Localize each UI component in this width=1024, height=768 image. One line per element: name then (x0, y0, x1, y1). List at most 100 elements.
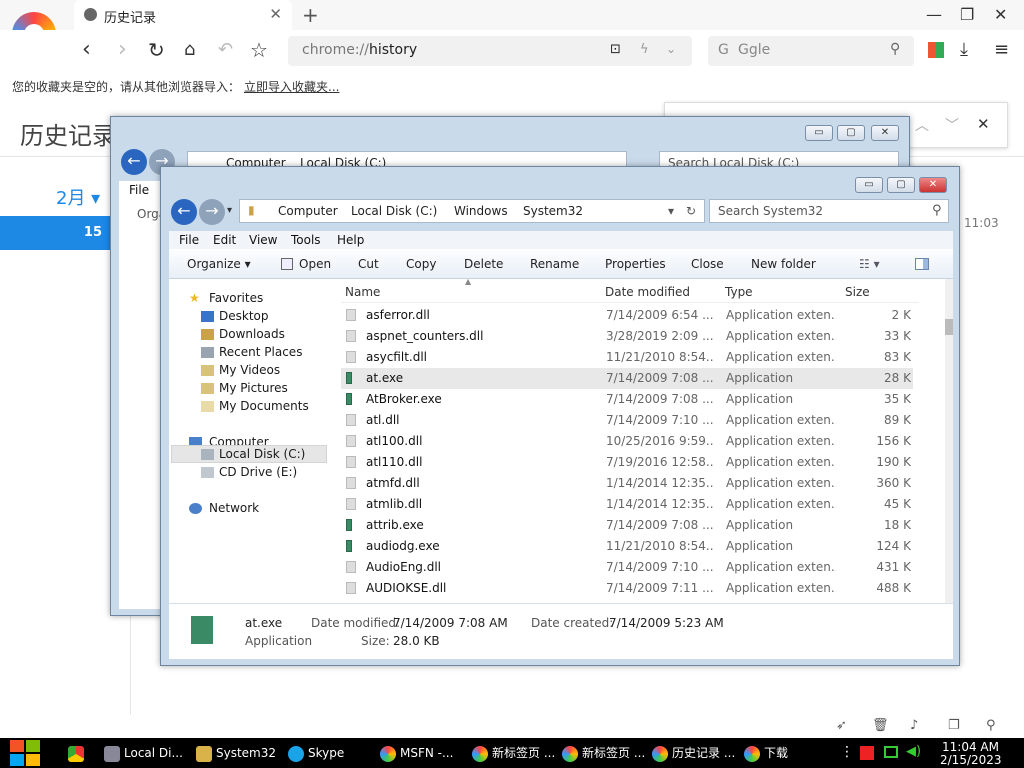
trash-icon[interactable]: 🗑 (872, 718, 889, 733)
taskbar-item-download[interactable]: 下载 (744, 738, 788, 768)
search-icon[interactable]: ⚲ (932, 203, 942, 218)
table-row[interactable]: aspnet_counters.dll 3/28/2019 2:09 ... App… (341, 326, 913, 347)
menu-icon[interactable]: ≡ (994, 38, 1009, 62)
reader-icon[interactable]: ⊡ (610, 42, 621, 57)
table-row[interactable]: AudioEng.dll 7/14/2009 7:10 ... Applicatio… (341, 557, 913, 578)
forward-icon[interactable]: › (118, 38, 127, 62)
table-row[interactable]: attrib.exe 7/14/2009 7:08 ... Application 1… (341, 515, 913, 536)
column-size[interactable]: Size (845, 285, 870, 299)
menu-view[interactable]: View (249, 233, 277, 247)
menu-file[interactable]: File (129, 183, 149, 197)
open-button[interactable]: Open (299, 257, 331, 271)
explorer-window-system32[interactable]: ▭ ▢ ✕ ← → ▾ ▮ Computer Local Disk (C:) W… (160, 166, 960, 666)
view-options-icon[interactable]: ☷ ▾ (859, 257, 880, 271)
delete-button[interactable]: Delete (464, 257, 503, 271)
table-row[interactable]: atmfd.dll 1/14/2014 12:35... Application e… (341, 473, 913, 494)
clock-time[interactable]: 11:04 AM (942, 740, 999, 754)
minimize-button[interactable]: ▭ (855, 177, 883, 193)
tree-my-pictures[interactable]: My Pictures (219, 381, 288, 395)
table-row[interactable]: atl100.dll 10/25/2016 9:59... Application … (341, 431, 913, 452)
taskbar-item-system32[interactable]: System32 (196, 738, 276, 768)
breadcrumb-item[interactable]: Windows (454, 204, 508, 218)
table-row[interactable]: AUDIOKSE.dll 7/14/2009 7:11 ... Applicatio… (341, 578, 913, 599)
breadcrumb-item[interactable]: System32 (523, 204, 583, 218)
scrollbar[interactable] (945, 279, 953, 649)
taskbar-chrome-icon[interactable] (68, 738, 88, 768)
maximize-button[interactable]: ▢ (887, 177, 915, 193)
lightning-icon[interactable]: ϟ (640, 42, 649, 57)
network-tray-icon[interactable] (884, 746, 898, 758)
table-row[interactable]: at.exe 7/14/2009 7:08 ... Application 28 K (341, 368, 913, 389)
tree-network[interactable]: Network (209, 501, 259, 515)
find-next-icon[interactable]: ﹀ (945, 115, 959, 135)
taskbar-item-newtab-1[interactable]: 新标签页 ... (472, 738, 555, 768)
tree-local-disk[interactable]: Local Disk (C:) (219, 447, 305, 461)
start-button[interactable] (10, 740, 42, 766)
table-row[interactable]: atmlib.dll 1/14/2014 12:35... Application … (341, 494, 913, 515)
tree-my-videos[interactable]: My Videos (219, 363, 280, 377)
back-icon[interactable]: ← (171, 199, 197, 225)
maximize-button[interactable]: ▢ (837, 125, 865, 141)
undo-icon[interactable]: ↶ (218, 38, 233, 62)
new-tab-button[interactable]: + (302, 3, 319, 27)
close-button[interactable]: Close (691, 257, 724, 271)
month-selector[interactable]: 2月 ▾ (56, 184, 100, 210)
minimize-button[interactable]: ▭ (805, 125, 833, 141)
tree-desktop[interactable]: Desktop (219, 309, 269, 323)
apps-grid-icon[interactable] (928, 42, 944, 58)
table-row[interactable]: AtBroker.exe 7/14/2009 7:08 ... Applicatio… (341, 389, 913, 410)
menu-file[interactable]: File (179, 233, 199, 247)
copy-button[interactable]: Copy (406, 257, 436, 271)
find-close-icon[interactable]: ✕ (977, 115, 990, 133)
close-button[interactable]: ✕ (871, 125, 899, 141)
forward-icon[interactable]: → (199, 199, 225, 225)
properties-button[interactable]: Properties (605, 257, 666, 271)
cut-button[interactable]: Cut (358, 257, 379, 271)
table-row[interactable]: asferror.dll 7/14/2009 6:54 ... Applicatio… (341, 305, 913, 326)
organize-button[interactable]: Organize ▾ (187, 257, 251, 271)
breadcrumb[interactable]: ▮ Computer Local Disk (C:) Windows Syste… (239, 199, 705, 223)
table-row[interactable]: asycfilt.dll 11/21/2010 8:54... Applicatio… (341, 347, 913, 368)
table-row[interactable]: atl.dll 7/14/2009 7:10 ... Application ext… (341, 410, 913, 431)
recent-pages-icon[interactable]: ▾ (227, 205, 232, 216)
tray-overflow-icon[interactable]: ⋮ (840, 744, 854, 760)
menu-tools[interactable]: Tools (291, 233, 321, 247)
star-icon[interactable]: ☆ (250, 38, 268, 62)
search-icon[interactable]: ⚲ (890, 41, 900, 57)
search-icon[interactable]: ⚲ (986, 718, 996, 733)
speaker-icon[interactable]: ◀) (906, 744, 921, 759)
reload-icon[interactable]: ↻ (148, 38, 165, 62)
dropdown-icon[interactable]: ▾ (668, 204, 674, 218)
flag-icon[interactable] (860, 746, 874, 760)
tree-cd-drive[interactable]: CD Drive (E:) (219, 465, 297, 479)
taskbar-item-newtab-2[interactable]: 新标签页 ... (562, 738, 645, 768)
address-bar[interactable]: chrome://history ⊡ ϟ ⌄ (288, 36, 692, 66)
close-window-icon[interactable]: ✕ (994, 5, 1007, 24)
table-row[interactable]: atl110.dll 7/19/2016 12:58... Application … (341, 452, 913, 473)
new-folder-button[interactable]: New folder (751, 257, 816, 271)
table-row[interactable]: audiodg.exe 11/21/2010 8:54... Application… (341, 536, 913, 557)
download-icon[interactable]: ⤓ (960, 38, 968, 62)
taskbar-item-history[interactable]: 历史记录 ... (652, 738, 735, 768)
home-icon[interactable]: ⌂ (184, 38, 195, 62)
scrollbar-thumb[interactable] (945, 319, 953, 335)
rename-button[interactable]: Rename (530, 257, 579, 271)
search-input[interactable]: Search System32 ⚲ (709, 199, 949, 223)
find-prev-icon[interactable]: ︿ (915, 115, 929, 135)
preview-pane-icon[interactable] (915, 258, 929, 270)
column-type[interactable]: Type (725, 285, 753, 299)
day-item-selected[interactable]: 15 (0, 216, 112, 250)
tree-my-documents[interactable]: My Documents (219, 399, 309, 413)
minimize-icon[interactable]: — (926, 5, 942, 24)
tree-recent-places[interactable]: Recent Places (219, 345, 302, 359)
import-bookmarks-link[interactable]: 立即导入收藏夹... (244, 78, 339, 95)
chevron-down-icon[interactable]: ⌄ (666, 42, 676, 56)
back-icon[interactable]: ← (121, 149, 147, 175)
breadcrumb-item[interactable]: Computer (278, 204, 338, 218)
taskbar-item-local-disk[interactable]: Local Di... (104, 738, 183, 768)
tab-history[interactable]: 历史记录 ✕ (74, 0, 292, 30)
breadcrumb-item[interactable]: Local Disk (C:) (351, 204, 437, 218)
clock-date[interactable]: 2/15/2023 (940, 753, 1002, 767)
menu-help[interactable]: Help (337, 233, 364, 247)
rocket-icon[interactable]: ➶ (836, 718, 847, 733)
